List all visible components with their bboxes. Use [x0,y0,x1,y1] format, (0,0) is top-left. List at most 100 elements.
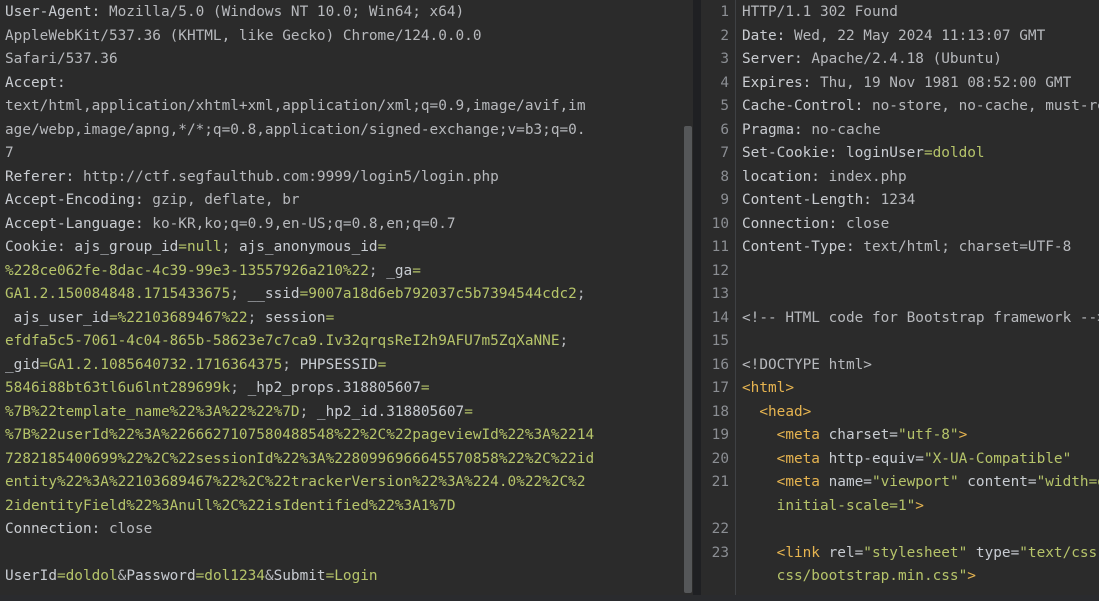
response-line[interactable]: Connection: close [742,213,889,237]
request-line[interactable]: entity%22%3A%22103689467%22%2C%22tracker… [5,471,585,495]
request-line[interactable]: 7 [5,142,14,166]
request-scrollbar-thumb[interactable] [684,126,692,593]
response-line[interactable]: Expires: Thu, 19 Nov 1981 08:52:00 GMT [742,72,1071,96]
request-token: & [264,568,274,584]
request-token: http://ctf.segfaulthub.com:9999/login5/l… [82,168,499,185]
response-token: "viewport" [871,474,959,490]
request-token: _gid [5,356,40,373]
request-token: UserId [5,568,57,584]
response-token: =doldol [923,145,985,161]
pane-divider[interactable] [693,0,701,601]
request-line[interactable]: %7B%22template_name%22%3A%22%22%7D; _hp2… [5,401,473,425]
request-line[interactable]: text/html,application/xhtml+xml,applicat… [5,95,585,119]
response-token: content= [958,474,1037,490]
request-line[interactable]: ajs_user_id=%22103689467%22; session= [5,307,335,331]
response-token: Pragma: [742,121,812,138]
request-token: Connection: [5,521,109,537]
request-vertical-scrollbar[interactable] [683,0,693,601]
response-token: Server: [742,51,812,67]
request-line[interactable]: Accept: [5,72,66,96]
response-line[interactable]: Server: Apache/2.4.18 (Ubuntu) [742,48,1002,72]
request-line[interactable]: 2identityField%22%3Anull%2C%22isIdentifi… [5,495,456,519]
request-line[interactable]: User-Agent: Mozilla/5.0 (Windows NT 10.0… [5,1,464,25]
response-token [742,568,777,584]
request-token: Referer: [5,168,83,185]
request-line[interactable]: 5846i88bt63tl6u6lnt289699k; _hp2_props.3… [5,377,430,401]
response-line[interactable]: <!-- HTML code for Bootstrap framework -… [742,307,1099,331]
response-token: "width=device-width, [1036,474,1099,490]
request-token: _hp2_id.318805607 [316,403,465,420]
response-line[interactable]: <head> [742,401,811,425]
response-line[interactable]: <link rel="stylesheet" type="text/css" [742,542,1099,566]
request-line[interactable]: _gid=GA1.2.1085640732.1716364375; PHPSES… [5,354,386,378]
response-line[interactable]: <meta name="viewport" content="width=dev… [742,471,1099,495]
request-token: = [420,380,430,396]
request-token: efdfa5c5-7061-4c04-865b-58623e7c7ca9.Iv3… [5,333,560,349]
response-token: <html> [742,380,794,396]
response-token: "text/css" [1019,544,1099,561]
response-code-area[interactable]: HTTP/1.1 302 Found Date: Wed, 22 May 2024… [742,0,1099,601]
request-token: session [264,309,326,326]
line-number: 1 [720,4,729,20]
line-number: 5 [720,98,729,114]
response-line[interactable]: <!DOCTYPE html> [742,354,872,378]
response-line[interactable]: Set-Cookie: loginUser=doldol [742,142,985,166]
request-line[interactable]: Connection: close [5,518,152,542]
request-token: gzip, deflate, br [152,192,300,208]
line-number: 11 [711,239,729,255]
response-token: <head> [759,403,812,420]
response-token [742,427,777,443]
request-token: = [464,403,473,420]
request-line[interactable]: %228ce062fe-8dac-4c39-99e3-13557926a210%… [5,260,421,284]
response-line[interactable]: <meta charset="utf-8"> [742,424,968,448]
response-line[interactable]: Content-Length: 1234 [742,189,915,213]
response-line[interactable]: <meta http-equiv="X-UA-Compatible" [742,448,1072,472]
request-token: _ga [386,262,413,279]
request-line[interactable]: Cookie: ajs_group_id=null; ajs_anonymous… [5,236,386,260]
response-line[interactable]: location: index.php [742,166,907,190]
response-line[interactable]: Content-Type: text/html; charset=UTF-8 [742,236,1071,260]
line-number: 16 [711,356,729,373]
request-editor-pane[interactable]: User-Agent: Mozilla/5.0 (Windows NT 10.0… [0,0,683,601]
request-token: ; [559,333,569,349]
response-line[interactable]: <html> [742,377,794,401]
response-line[interactable]: HTTP/1.1 302 Found [742,1,898,25]
response-line[interactable]: css/bootstrap.min.css"> [742,565,976,589]
request-token: Accept: [5,74,66,91]
horizontal-scrollbar-strip[interactable] [0,595,1099,601]
request-token: Safari/537.36 [5,51,118,67]
request-token: close [108,521,153,537]
line-number: 19 [711,427,729,443]
response-line[interactable]: Cache-Control: no-store, no-cache, must-… [742,95,1099,119]
request-line[interactable]: AppleWebKit/537.36 (KHTML, like Gecko) C… [5,25,482,49]
request-line[interactable]: Accept-Encoding: gzip, deflate, br [5,189,300,213]
request-token: =Login [325,568,378,584]
request-token: ajs_user_id [5,309,109,326]
request-line[interactable]: 7282185400699%22%2C%22sessionId%22%3A%22… [5,448,594,472]
response-token: Date: [742,27,794,44]
request-token: 7282185400699%22%2C%22sessionId%22%3A%22… [5,450,595,467]
request-token: ; [299,403,317,420]
response-line[interactable]: initial-scale=1"> [742,495,924,519]
request-token: User-Agent: [5,4,109,20]
request-line[interactable]: UserId=doldol&Password=dol1234&Submit=Lo… [5,565,378,589]
request-line[interactable]: age/webp,image/apng,*/*;q=0.8,applicatio… [5,119,585,143]
request-line[interactable]: Accept-Language: ko-KR,ko;q=0.9,en-US;q=… [5,213,456,237]
request-token: = [377,239,387,255]
line-number: 15 [711,333,729,349]
line-number: 4 [720,74,729,91]
request-line[interactable]: %7B%22userId%22%3A%2266627107580488548%2… [5,424,594,448]
request-token: Accept-Language: [5,215,153,232]
response-editor-pane[interactable]: 1 2 3 4 5 6 7 8 9 10 11 12 13 14 15 16 17 18 19 20 21 22 23 HT… [701,0,1099,601]
line-number: 7 [720,145,729,161]
request-token: GA1.2.150084848.1715433675 [5,286,231,302]
request-line[interactable]: efdfa5c5-7061-4c04-865b-58623e7c7ca9.Iv3… [5,330,568,354]
response-line[interactable]: Pragma: no-cache [742,119,881,143]
response-token [742,498,777,514]
request-line[interactable]: Safari/537.36 [5,48,118,72]
request-line[interactable]: GA1.2.150084848.1715433675; __ssid=9007a… [5,283,586,307]
response-token: Expires: [742,74,820,91]
response-line[interactable]: Date: Wed, 22 May 2024 11:13:07 GMT [742,25,1045,49]
response-token [742,545,777,561]
request-line[interactable]: Referer: http://ctf.segfaulthub.com:9999… [5,166,499,190]
